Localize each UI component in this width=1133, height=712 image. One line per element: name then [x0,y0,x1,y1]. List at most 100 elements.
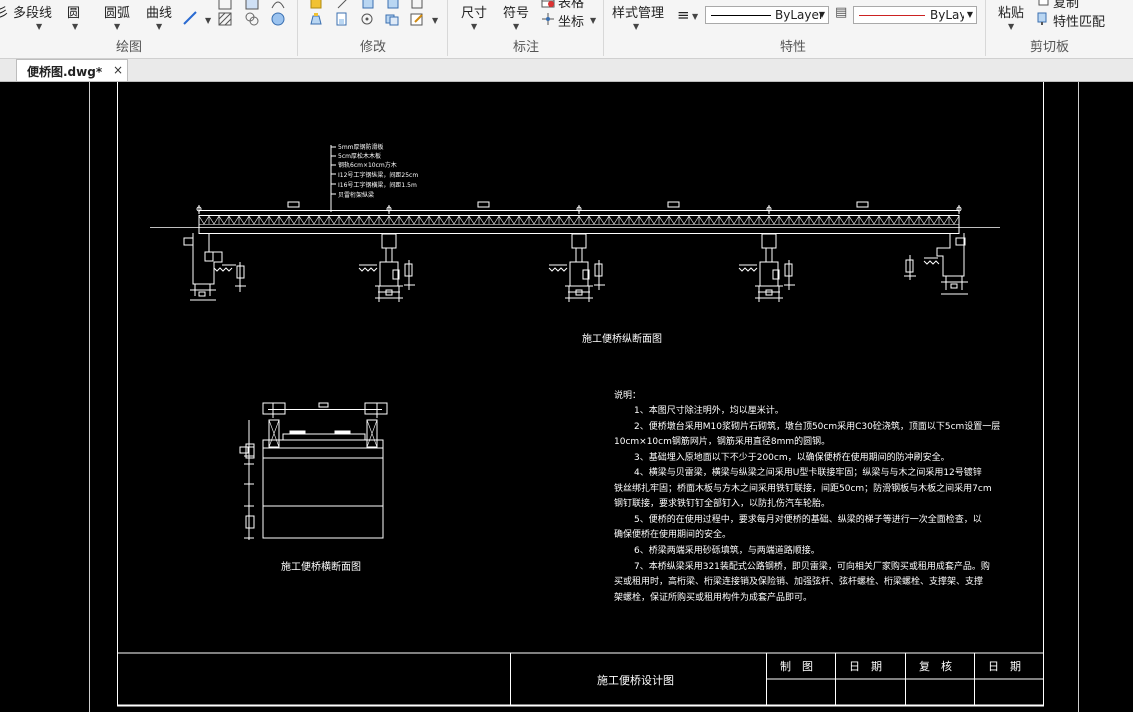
stretch-icon[interactable] [309,12,323,26]
cross-section-title: 施工便桥横断面图 [281,560,361,573]
note-line: 3、基础埋入原地面以下不少于200cm，以确保便桥在使用期间的防冲刷安全。 [634,451,950,463]
annotate-group-label: 标注 [513,40,540,55]
curve-dropdown-icon[interactable]: ▼ [156,22,162,31]
copy-object-icon[interactable] [336,0,350,10]
offset-icon[interactable] [386,0,400,10]
document-tab-bar: 便桥图.dwg* × [0,59,1133,82]
layer-list-icon[interactable]: ≡ [677,6,690,24]
arc-button[interactable]: 圆弧 [104,2,130,21]
coordinate-icon[interactable] [541,12,555,26]
rotate-icon[interactable] [360,12,374,26]
document-tab-label[interactable]: 便桥图.dwg* [27,63,102,80]
boundary-icon[interactable] [271,12,285,26]
drawing-svg: 5mm厚钢防滑板 5cm厚松木木板 钢轨6cm×10cm方木 I12号工字钢纵梁… [89,82,1079,712]
gradient-icon[interactable] [245,0,259,10]
sheet-outer-border [89,82,1079,712]
symbol-dropdown-icon[interactable]: ▼ [513,22,519,31]
legend-leader [330,145,336,212]
linetype-dropdown-icon[interactable]: ▼ [819,10,825,19]
notes: 说明： 1、本图尺寸除注明外，均以厘米计。 2、便桥墩台采用M10浆砌片石砌筑，… [614,389,1000,603]
linetype-combo[interactable]: ByLayer ▼ [705,6,829,24]
circle-dropdown-icon[interactable]: ▼ [72,22,78,31]
modify-group-label: 修改 [360,40,387,55]
layer-list-dropdown-icon[interactable]: ▼ [692,12,698,21]
draw-partial-label[interactable]: 彡 [0,2,9,21]
dimension-dropdown-icon[interactable]: ▼ [471,22,477,31]
table-icon[interactable] [541,0,555,8]
spline-icon[interactable] [271,0,285,10]
polyline-button[interactable]: 多段线 [13,2,52,21]
move-icon[interactable] [309,0,323,10]
copy-button[interactable]: 复制 [1053,0,1079,11]
color-combo[interactable]: ByLayе ▼ [853,6,977,24]
mirror-icon[interactable] [361,0,375,10]
trim-icon[interactable] [385,12,399,26]
close-icon[interactable]: × [113,63,123,77]
note-line: 架螺栓，保证所购买或租用构件为成套产品即可。 [614,591,812,603]
region-icon[interactable] [245,12,259,26]
draw-separator [297,0,298,56]
line-dropdown-icon[interactable]: ▼ [205,16,211,25]
title-block [117,652,1044,706]
match-properties-icon[interactable] [1036,12,1050,26]
polyline-dropdown-icon[interactable]: ▼ [36,22,42,31]
legend-texts: 5mm厚钢防滑板 5cm厚松木木板 钢轨6cm×10cm方木 I12号工字钢纵梁… [338,143,418,199]
note-line: 确保便桥在使用期间的安全。 [614,528,731,540]
line-icon[interactable] [183,11,197,25]
date-label-1: 日 期 [849,660,882,673]
color-dropdown-icon[interactable]: ▼ [967,10,973,19]
note-line: 6、桥梁两端采用砂砾填筑，与两端道路顺接。 [634,544,820,556]
note-line: 2、便桥墩台采用M10浆砌片石砌筑，墩台顶50cm采用C30砼浇筑，顶面以下5c… [634,420,1000,432]
deck-markers [196,201,962,214]
modify-dropdown-icon[interactable]: ▼ [432,16,438,25]
legend-line-6: 贝雷桁架纵梁 [338,191,374,199]
longitudinal-section-title: 施工便桥纵断面图 [582,332,662,345]
drawn-by-label: 制 图 [780,660,813,673]
intermediate-piers [358,233,795,302]
style-manage-button[interactable]: 样式管理 [612,2,664,21]
properties-group-label: 特性 [780,40,807,55]
coordinate-dropdown-icon[interactable]: ▼ [590,16,596,25]
scale-icon[interactable] [334,12,348,26]
note-line: 10cm×10cm钢筋网片，钢筋采用直径8mm的圆钢。 [614,435,830,447]
modify-separator [447,0,448,56]
linetype-preview [711,15,771,16]
paste-dropdown-icon[interactable]: ▼ [1008,22,1014,31]
hatch-icon[interactable] [218,12,232,26]
note-line: 5、便桥的在使用过程中，要求每月对便桥的基础、纵梁的梯子等进行一次全面检查，以 [634,513,982,525]
draw-group-label: 绘图 [116,40,143,55]
document-tab[interactable]: 便桥图.dwg* × [16,59,128,81]
note-line: 买或租用时，高桁梁、桁梁连接销及保险销、加强弦杆、弦杆螺栓、桁梁螺栓、支撑架、支… [614,575,983,587]
legend-line-2: 5cm厚松木木板 [338,152,381,160]
curve-button[interactable]: 曲线 [146,2,172,21]
note-line: 1、本图尺寸除注明外，均以厘米计。 [634,404,784,416]
copy-icon[interactable] [1036,0,1050,8]
ribbon-toolbar: 彡 多段线 ▼ 圆 ▼ 圆弧 ▼ 曲线 ▼ ▼ 绘图 ▼ 修改 尺寸 ▼ 符号 … [0,0,1133,59]
style-manage-dropdown-icon[interactable]: ▼ [633,22,639,31]
annotate-separator [603,0,604,56]
drawing-name: 施工便桥设计图 [597,674,674,687]
match-properties-button[interactable]: 特性匹配 [1053,11,1105,30]
arc-dropdown-icon[interactable]: ▼ [114,22,120,31]
dimension-button[interactable]: 尺寸 [461,2,487,21]
sheet-frame [117,82,1044,707]
pier [358,233,415,302]
lineweight-icon[interactable]: ▤ [835,5,847,20]
clipboard-group-label: 剪切板 [1030,40,1070,55]
coordinate-button[interactable]: 坐标 [558,11,584,30]
symbol-button[interactable]: 符号 [503,2,529,21]
title-block-texts: 施工便桥设计图 制 图 日 期 复 核 日 期 [597,659,1021,687]
truss-web [198,215,960,225]
array-icon[interactable] [410,0,424,10]
legend-line-4: I12号工字钢纵梁，间距25cm [338,171,418,179]
rectangle-icon[interactable] [218,0,232,10]
circle-button[interactable]: 圆 [67,2,80,21]
pier [548,233,605,302]
legend-line-1: 5mm厚钢防滑板 [338,143,384,151]
edit-icon[interactable] [410,12,424,26]
paste-button[interactable]: 粘贴 [998,2,1024,21]
note-line: 4、横梁与贝雷梁，横梁与纵梁之间采用U型卡联接牢固；纵梁与与木之间采用12号镀锌 [634,466,982,478]
drawing-canvas[interactable]: 5mm厚钢防滑板 5cm厚松木木板 钢轨6cm×10cm方木 I12号工字钢纵梁… [0,82,1133,712]
cross-section [239,402,388,540]
table-button[interactable]: 表格 [558,0,584,11]
